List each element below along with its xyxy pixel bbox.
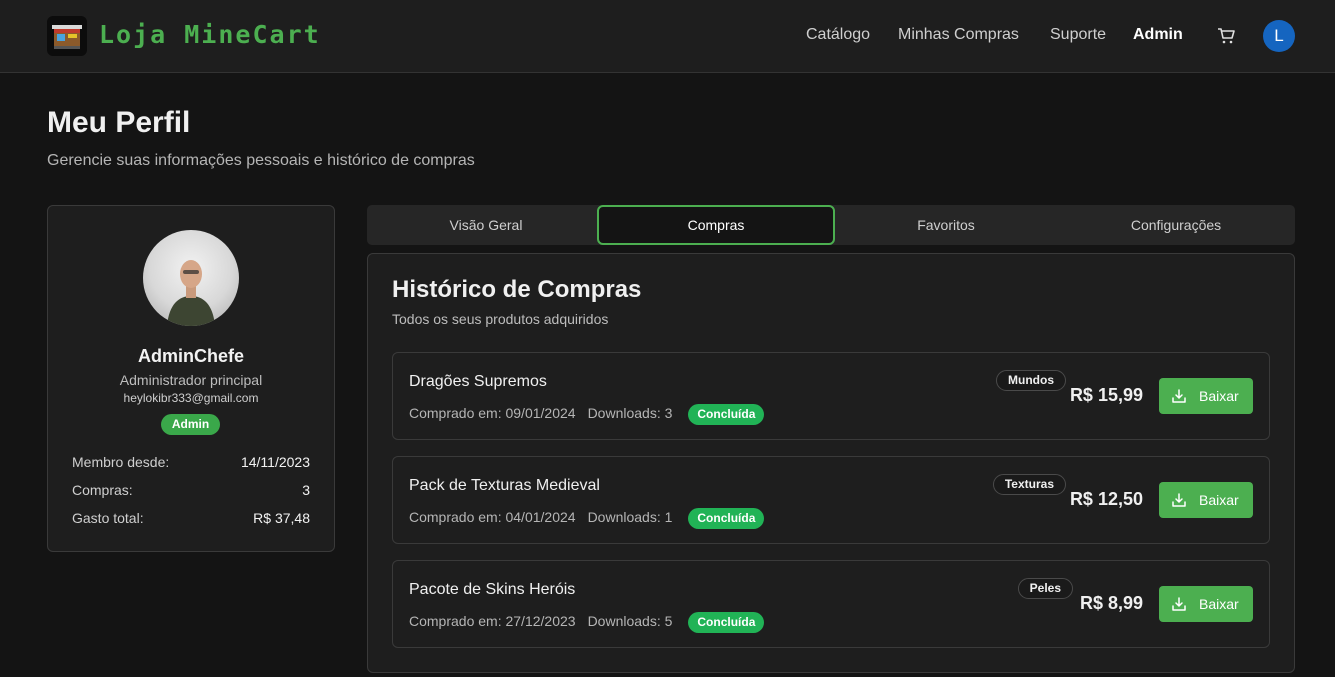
nav-suporte[interactable]: Suporte <box>1050 26 1106 44</box>
download-label: Baixar <box>1199 388 1239 404</box>
download-icon <box>1172 389 1186 403</box>
purchase-date: Comprado em: 27/12/2023 <box>409 613 576 630</box>
nav-minhas-compras[interactable]: Minhas Compras <box>898 26 1019 44</box>
tab-compras[interactable]: Compras <box>597 205 835 245</box>
purchase-item: Pack de Texturas Medieval Comprado em: 0… <box>392 456 1270 544</box>
purchase-item: Pacote de Skins Heróis Comprado em: 27/1… <box>392 560 1270 648</box>
download-button[interactable]: Baixar <box>1159 586 1253 622</box>
profile-email: heylokibr333@gmail.com <box>123 391 259 405</box>
download-label: Baixar <box>1199 492 1239 508</box>
purchase-meta: Comprado em: 04/01/2024 Downloads: 1 Concl… <box>409 508 776 529</box>
stat-member-since-label: Membro desde: <box>72 454 170 470</box>
profile-role: Administrador principal <box>119 372 263 388</box>
nav-admin[interactable]: Admin <box>1133 26 1183 44</box>
tab-visao-geral[interactable]: Visão Geral <box>367 205 605 245</box>
stat-purchases-label: Compras: <box>72 482 133 498</box>
product-price: R$ 8,99 <box>1079 593 1143 613</box>
download-button[interactable]: Baixar <box>1159 482 1253 518</box>
purchase-date: Comprado em: 04/01/2024 <box>409 509 576 526</box>
top-navbar: Loja MineCart Catálogo Minhas Compras Su… <box>0 0 1335 73</box>
product-name: Pack de Texturas Medieval <box>409 477 600 494</box>
purchase-meta: Comprado em: 09/01/2024 Downloads: 3 Concl… <box>409 404 776 425</box>
category-badge: Mundos <box>996 370 1066 391</box>
role-badge: Admin <box>161 414 220 435</box>
profile-photo <box>143 230 239 326</box>
status-badge: Concluída <box>688 508 765 529</box>
profile-tabs: Visão Geral Compras Favoritos Configuraç… <box>367 205 1295 245</box>
download-label: Baixar <box>1199 596 1239 612</box>
profile-card: AdminChefe Administrador principal heylo… <box>47 205 335 552</box>
download-count: Downloads: 5 <box>587 613 673 630</box>
stat-total-spent-value: R$ 37,48 <box>253 510 310 526</box>
status-badge: Concluída <box>688 404 765 425</box>
purchase-date: Comprado em: 09/01/2024 <box>409 405 576 422</box>
product-name: Pacote de Skins Heróis <box>409 581 576 598</box>
download-count: Downloads: 1 <box>587 509 673 526</box>
purchase-history-subtitle: Todos os seus produtos adquiridos <box>392 311 609 327</box>
category-badge: Texturas <box>992 474 1066 495</box>
store-brand-name[interactable]: Loja MineCart <box>99 20 321 49</box>
category-badge: Peles <box>1017 578 1073 599</box>
page-title: Meu Perfil <box>47 106 191 139</box>
tab-configuracoes[interactable]: Configurações <box>1057 205 1295 245</box>
page-subtitle: Gerencie suas informações pessoais e his… <box>47 152 475 169</box>
user-avatar[interactable]: L <box>1263 20 1295 52</box>
product-name: Dragões Supremos <box>409 373 547 390</box>
download-button[interactable]: Baixar <box>1159 378 1253 414</box>
status-badge: Concluída <box>688 612 765 633</box>
download-count: Downloads: 3 <box>587 405 673 422</box>
store-logo-icon[interactable] <box>47 16 87 56</box>
download-icon <box>1172 493 1186 507</box>
purchase-history-panel: Histórico de Compras Todos os seus produ… <box>367 253 1295 673</box>
purchase-history-title: Histórico de Compras <box>392 276 642 303</box>
product-price: R$ 12,50 <box>1069 489 1143 509</box>
profile-username: AdminChefe <box>137 346 244 366</box>
stat-purchases-value: 3 <box>302 482 310 498</box>
purchase-meta: Comprado em: 27/12/2023 Downloads: 5 Concl… <box>409 612 776 633</box>
stat-total-spent-label: Gasto total: <box>72 510 144 526</box>
nav-catalogo[interactable]: Catálogo <box>806 26 870 44</box>
stat-member-since-value: 14/11/2023 <box>240 454 310 470</box>
cart-icon[interactable] <box>1217 27 1237 45</box>
product-price: R$ 15,99 <box>1069 385 1143 405</box>
download-icon <box>1172 597 1186 611</box>
tab-favoritos[interactable]: Favoritos <box>827 205 1065 245</box>
purchase-item: Dragões Supremos Comprado em: 09/01/2024… <box>392 352 1270 440</box>
